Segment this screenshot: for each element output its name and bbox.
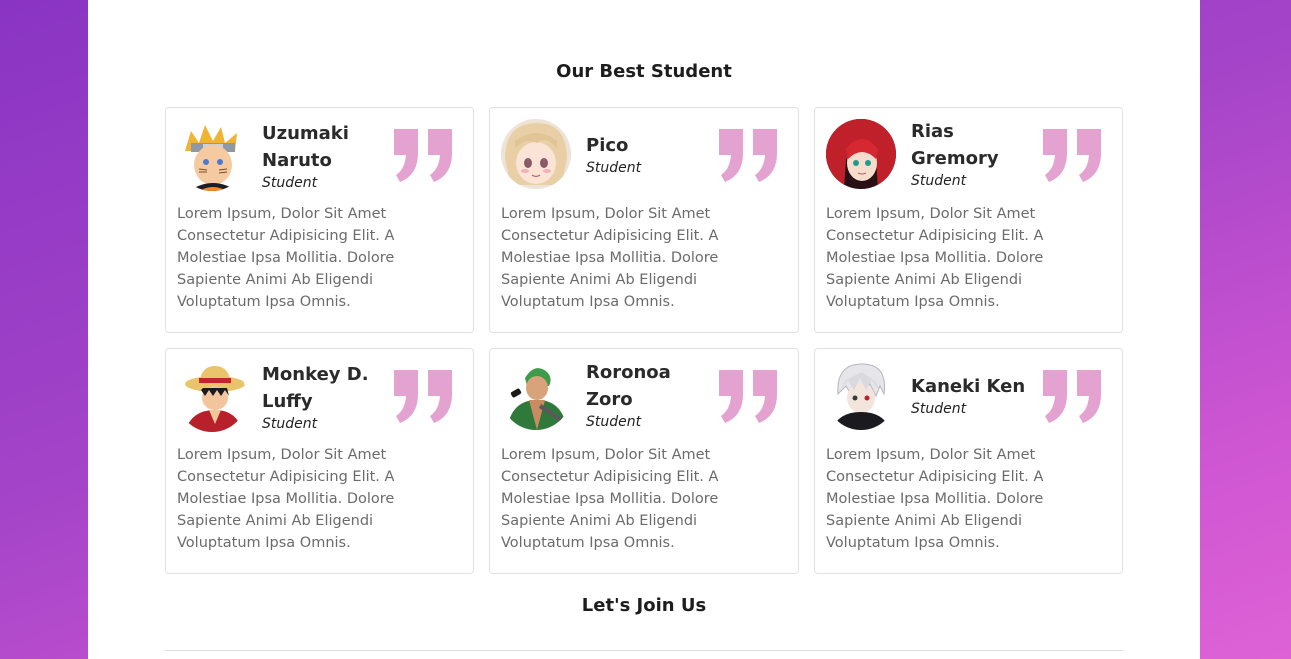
section-divider [165, 650, 1123, 651]
student-testimonial: Lorem Ipsum, Dolor Sit Amet Consectetur … [826, 206, 1044, 310]
card-header: Uzumaki Naruto Student [177, 118, 462, 194]
student-testimonial: Lorem Ipsum, Dolor Sit Amet Consectetur … [501, 447, 719, 551]
student-card: Roronoa Zoro Student Lorem Ipsum, Dolor … [489, 348, 799, 574]
students-grid: Uzumaki Naruto Student Lorem Ipsum, Dolo… [165, 107, 1123, 574]
student-name: Roronoa Zoro [586, 362, 671, 410]
student-testimonial: Lorem Ipsum, Dolor Sit Amet Consectetur … [177, 447, 395, 551]
student-card: Kaneki Ken Student Lorem Ipsum, Dolor Si… [814, 348, 1123, 574]
section-title: Our Best Student [556, 61, 732, 82]
student-name: Rias Gremory [911, 121, 999, 169]
student-name: Kaneki Ken [911, 375, 1026, 397]
card-header: Roronoa Zoro Student [501, 359, 787, 431]
page-container: Our Best Student Uzumaki Naruto Student … [88, 0, 1200, 659]
student-role: Student [586, 159, 642, 176]
student-card: Pico Student Lorem Ipsum, Dolor Sit Amet… [489, 107, 799, 333]
quote-icon [394, 370, 452, 423]
quote-icon [394, 129, 452, 182]
quote-icon [719, 129, 777, 182]
student-testimonial: Lorem Ipsum, Dolor Sit Amet Consectetur … [177, 206, 395, 310]
join-title: Let's Join Us [581, 595, 707, 616]
quote-icon [719, 370, 777, 423]
student-role: Student [911, 400, 967, 417]
card-header: Rias Gremory Student [826, 118, 1111, 190]
card-header: Pico Student [501, 118, 787, 190]
student-role: Student [262, 416, 318, 432]
quote-icon [1043, 129, 1101, 182]
student-info: Rias Gremory Student [911, 118, 1046, 190]
student-card: Uzumaki Naruto Student Lorem Ipsum, Dolo… [165, 107, 474, 333]
student-card: Rias Gremory Student Lorem Ipsum, Dolor … [814, 107, 1123, 333]
student-testimonial: Lorem Ipsum, Dolor Sit Amet Consectetur … [826, 447, 1044, 551]
student-card: Monkey D. Luffy Student Lorem Ipsum, Dol… [165, 348, 474, 574]
student-info: Roronoa Zoro Student [586, 359, 721, 431]
student-name: Uzumaki Naruto [262, 123, 349, 171]
student-testimonial: Lorem Ipsum, Dolor Sit Amet Consectetur … [501, 206, 719, 310]
student-name: Pico [586, 134, 629, 156]
luffy-avatar [177, 362, 247, 432]
student-role: Student [262, 175, 318, 191]
pico-avatar [501, 119, 571, 189]
student-info: Monkey D. Luffy Student [262, 361, 397, 433]
student-name: Monkey D. Luffy [262, 364, 369, 412]
kaneki-avatar [826, 360, 896, 430]
naruto-avatar [177, 121, 247, 191]
student-info: Uzumaki Naruto Student [262, 120, 397, 192]
card-header: Monkey D. Luffy Student [177, 359, 462, 435]
card-header: Kaneki Ken Student [826, 359, 1111, 431]
student-role: Student [586, 414, 642, 430]
student-role: Student [911, 173, 967, 189]
student-info: Pico Student [586, 132, 721, 177]
quote-icon [1043, 370, 1101, 423]
zoro-avatar [501, 360, 571, 430]
student-info: Kaneki Ken Student [911, 373, 1046, 418]
rias-avatar [826, 119, 896, 189]
